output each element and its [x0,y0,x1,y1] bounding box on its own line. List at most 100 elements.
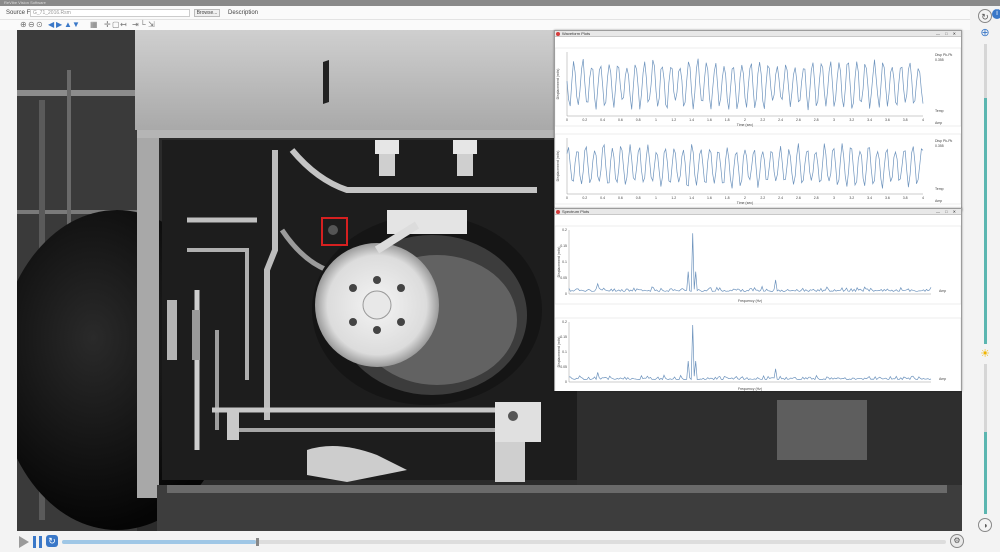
x-tick-label: 1 [655,118,657,122]
roi-icon[interactable]: ▢ [112,21,120,29]
x-tick-label: 1.2 [671,196,676,200]
waveform-window-titlebar[interactable]: Waveform Plots — □ ✕ [555,31,961,37]
x-tick-label: 1.6 [707,196,712,200]
x-tick-label: 3.2 [849,196,854,200]
zoom-icon[interactable]: ⊕ [978,26,992,40]
x-tick-label: 1.8 [725,118,730,122]
right-rail: ↻ i ⊕ ☀ ◑ [970,6,1000,552]
y-tick-label: 0.2 [562,228,567,232]
readout-label: Disp Pk-Pk [935,139,953,143]
browse-button[interactable]: Browse... [194,9,220,17]
axes-icon[interactable]: └ [140,21,146,29]
y-axis-label: Displacement (mils) [556,151,560,182]
y-tick-label: 0.2 [562,320,567,324]
x-tick-label: 2 [744,118,746,122]
channel-label: Amp [939,289,946,293]
export-icon[interactable]: ⇲ [148,21,155,29]
x-axis-label: Frequency (Hz) [738,387,762,391]
spectrum-window[interactable]: Spectrum Plots — □ ✕ 0.2 0.15 0.1 0.05 0 Freq… [554,208,962,391]
spectrum-window-titlebar[interactable]: Spectrum Plots — □ ✕ [555,209,961,215]
y-tick-label: 0 [565,380,567,384]
brightness-icon[interactable]: ☀ [978,347,992,361]
measure-icon[interactable]: ↤ [120,21,127,29]
y-tick-label: 0.1 [562,350,567,354]
zoom-slider[interactable] [984,44,987,344]
refresh-icon[interactable]: ↻ [978,9,992,23]
x-tick-label: 2 [744,196,746,200]
toolbar: ⊕ ⊖ ⊙ ◀ ▶ ▲ ▼ ▦ ✛ ▢ ↤ ⇥ └ ⇲ [0,20,970,30]
y-axis-label: Displacement (mils) [556,69,560,100]
x-tick-label: 3 [833,118,835,122]
playback-controls: ↻ ⚙ [0,531,970,552]
plot-panel [555,225,961,305]
info-icon[interactable]: i [992,9,1000,19]
settings-gear-icon[interactable]: ⚙ [950,534,964,548]
pause-button[interactable] [33,536,42,548]
waveform-window[interactable]: Waveform Plots — □ ✕ 0 0.2 0.4 0.6 0.8 1 1.2 1.… [554,30,962,211]
x-tick-label: 3.4 [867,196,872,200]
loop-icon[interactable]: ↻ [46,535,58,547]
window-close-icon[interactable] [556,32,560,36]
plot-panel [555,317,961,391]
x-tick-label: 0.4 [600,118,605,122]
readout-value: 0.355 [935,144,944,148]
x-tick-label: 2.2 [760,118,765,122]
x-axis-label: Time (sec) [737,201,753,205]
y-tick-label: 0.15 [560,244,567,248]
window-controls[interactable]: — □ ✕ [936,209,958,215]
x-tick-label: 1.2 [671,118,676,122]
play-button[interactable] [19,536,29,548]
x-tick-label: 0.8 [636,196,641,200]
arrow-left-icon[interactable]: ◀ [48,21,54,29]
window-controls[interactable]: — □ ✕ [936,31,958,37]
contrast-icon[interactable]: ◑ [978,518,992,532]
waveform-window-title: Waveform Plots [562,31,591,36]
marker-icon[interactable]: ⇥ [132,21,139,29]
x-tick-label: 0 [566,196,568,200]
x-tick-label: 1 [655,196,657,200]
zoom-out-icon[interactable]: ⊖ [28,21,35,29]
x-tick-label: 0.2 [582,196,587,200]
x-tick-label: 3.4 [867,118,872,122]
readout-value: 0.355 [935,58,944,62]
y-tick-label: 0.05 [560,365,567,369]
y-tick-label: 0.1 [562,260,567,264]
zoom-fit-icon[interactable]: ⊙ [36,21,43,29]
x-tick-label: 3.6 [885,196,890,200]
x-tick-label: 2.4 [778,118,783,122]
x-tick-label: 2.6 [796,118,801,122]
brightness-slider[interactable] [984,364,987,514]
arrow-right-icon[interactable]: ▶ [56,21,62,29]
x-tick-label: 4 [922,118,924,122]
arrow-down-icon[interactable]: ▼ [72,21,80,29]
timeline-fill [62,540,257,544]
brightness-slider-fill [984,431,987,514]
grid-icon[interactable]: ▦ [90,21,98,29]
source-file-field[interactable]: G_71_2016.Rsm [30,9,190,17]
zoom-slider-fill [984,98,987,344]
x-tick-label: 2.6 [796,196,801,200]
x-tick-label: 3.6 [885,118,890,122]
x-tick-label: 1.4 [689,196,694,200]
x-axis-label: Time (sec) [737,123,753,127]
zoom-in-icon[interactable]: ⊕ [20,21,27,29]
y-axis-label: Displacement (mils) [557,337,561,368]
x-tick-label: 0.2 [582,118,587,122]
y-tick-label: 0 [565,292,567,296]
timeline-thumb[interactable] [256,538,260,546]
x-tick-label: 2.2 [760,196,765,200]
app-window: ReVibe Vision Software Source File G_71_… [0,0,1000,552]
channel-label: Amp [939,377,946,381]
plot-panel [555,133,961,205]
crosshair-icon[interactable]: ✛ [104,21,111,29]
readout-label: Disp Pk-Pk [935,53,953,57]
channel-label: Amp [935,199,942,203]
window-close-icon[interactable] [556,210,560,214]
arrow-up-icon[interactable]: ▲ [64,21,72,29]
x-tick-label: 0.6 [618,196,623,200]
y-axis-label: Displacement (mils) [557,247,561,278]
timeline-slider[interactable] [62,538,946,546]
y-tick-label: 0.15 [560,335,567,339]
spectrum-plots: 0.2 0.15 0.1 0.05 0 Frequency (Hz) Displacemen… [555,225,961,391]
header-bar: Source File G_71_2016.Rsm Browse... Desc… [0,6,1000,20]
